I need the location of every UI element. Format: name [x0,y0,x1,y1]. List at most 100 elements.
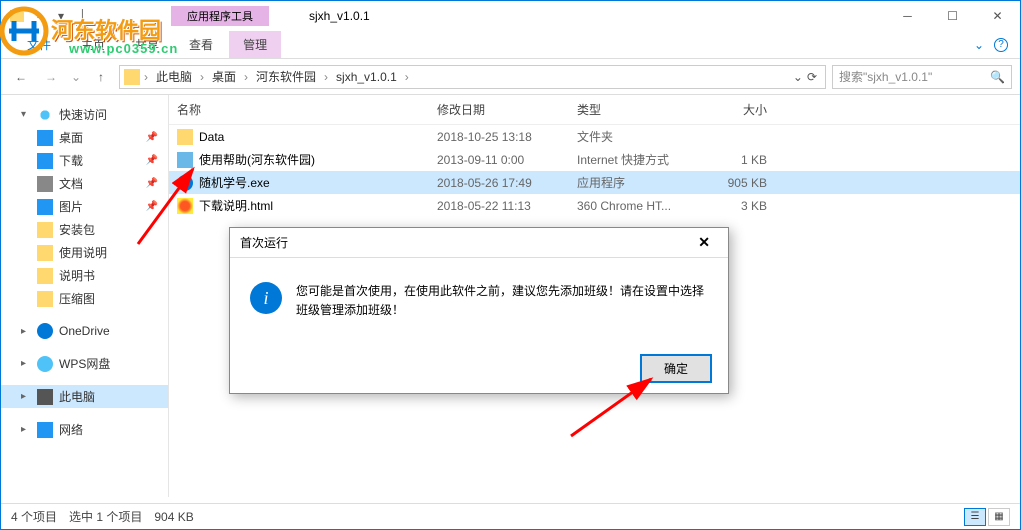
file-date: 2018-05-26 17:49 [437,176,577,190]
file-name: 随机学号.exe [199,174,270,191]
quick-access-toolbar: ▪ ▾ │ [1,8,91,24]
file-list: Data2018-10-25 13:18文件夹使用帮助(河东软件园)2013-0… [169,125,1020,217]
titlebar: ▪ ▾ │ 应用程序工具 sjxh_v1.0.1 ─ ☐ ✕ [1,1,1020,31]
crumb-2[interactable]: 河东软件园 [252,66,320,87]
expand-icon[interactable]: ▸ [21,358,31,369]
ic-folder-icon [37,222,53,238]
maximize-button[interactable]: ☐ [930,1,975,31]
file-row[interactable]: 使用帮助(河东软件园)2013-09-11 0:00Internet 快捷方式1… [169,148,1020,171]
view-switcher: ☰ ▦ [964,508,1010,526]
pin-icon: 📌 [146,178,158,189]
sidebar-item-label: OneDrive [59,324,110,338]
address-bar[interactable]: › 此电脑 › 桌面 › 河东软件园 › sjxh_v1.0.1 › ⌄ ⟳ [119,65,826,89]
sidebar-item-label: 此电脑 [59,388,95,405]
folder-icon [9,8,25,24]
col-type[interactable]: 类型 [577,101,697,118]
file-icon [177,152,193,168]
status-bar: 4 个项目 选中 1 个项目 904 KB ☰ ▦ [1,503,1020,529]
dialog-titlebar[interactable]: 首次运行 ✕ [230,228,728,258]
file-size: 3 KB [697,199,767,213]
file-row[interactable]: 随机学号.exe 2018-05-26 17:49应用程序905 KB [169,171,1020,194]
sidebar-item-WPS网盘[interactable]: ▸WPS网盘 [1,352,168,375]
file-date: 2013-09-11 0:00 [437,153,577,167]
crumb-1[interactable]: 桌面 [208,66,240,87]
sidebar-item-OneDrive[interactable]: ▸ OneDrive [1,320,168,342]
location-icon [124,69,140,85]
qat-separator: │ [75,8,91,24]
help-icon[interactable]: ? [994,38,1008,52]
sidebar-item-下载[interactable]: 下载📌 [1,149,168,172]
file-icon [177,175,193,191]
sidebar-item-安装包[interactable]: 安装包 [1,218,168,241]
col-name[interactable]: 名称 [177,101,437,118]
crumb-root[interactable]: 此电脑 [152,66,196,87]
recent-dropdown[interactable]: ⌄ [69,65,83,89]
file-icon [177,198,193,214]
column-headers[interactable]: 名称 修改日期 类型 大小 [169,95,1020,125]
file-size: 905 KB [697,176,767,190]
sidebar-item-label: 安装包 [59,221,95,238]
crumb-3[interactable]: sjxh_v1.0.1 [332,68,401,86]
minimize-button[interactable]: ─ [885,1,930,31]
addr-dropdown-icon[interactable]: ⌄ [793,70,803,84]
expand-icon[interactable]: ▸ [21,326,31,337]
sidebar-item-label: 说明书 [59,267,95,284]
qat-dropdown-icon[interactable]: ▾ [53,8,69,24]
sidebar-item-文档[interactable]: 文档📌 [1,172,168,195]
search-input[interactable]: 搜索"sjxh_v1.0.1" 🔍 [832,65,1012,89]
sidebar-item-label: 桌面 [59,129,83,146]
ok-button[interactable]: 确定 [640,354,712,383]
search-icon: 🔍 [990,70,1005,84]
file-row[interactable]: 下载说明.html2018-05-22 11:13360 Chrome HT..… [169,194,1020,217]
details-view-button[interactable]: ☰ [964,508,986,526]
ribbon-expand-icon[interactable]: ⌄ [974,38,984,52]
dialog-title: 首次运行 [240,234,288,251]
tab-home[interactable]: 主页 [67,31,119,58]
close-button[interactable]: ✕ [975,1,1020,31]
file-row[interactable]: Data2018-10-25 13:18文件夹 [169,125,1020,148]
search-placeholder: 搜索"sjxh_v1.0.1" [839,68,990,85]
properties-icon[interactable]: ▪ [31,8,47,24]
tab-share[interactable]: 共享 [121,31,173,58]
ic-onedrive-icon [37,323,53,339]
col-size[interactable]: 大小 [697,101,767,118]
ic-pc-icon [37,389,53,405]
status-size: 904 KB [154,510,193,524]
back-button[interactable]: ← [9,65,33,89]
file-name: Data [199,130,224,144]
info-icon: i [250,282,282,314]
ic-folder-icon [37,291,53,307]
sidebar-item-快速访问[interactable]: ▾快速访问 [1,103,168,126]
window-controls: ─ ☐ ✕ [885,1,1020,31]
col-date[interactable]: 修改日期 [437,101,577,118]
ic-wps-icon [37,356,53,372]
dialog-close-button[interactable]: ✕ [690,232,718,253]
ic-down-icon [37,153,53,169]
sidebar-item-说明书[interactable]: 说明书 [1,264,168,287]
file-date: 2018-05-22 11:13 [437,199,577,213]
tab-manage[interactable]: 管理 [229,31,281,58]
refresh-icon[interactable]: ⟳ [807,70,817,84]
sidebar-item-此电脑[interactable]: ▸ 此电脑 [1,385,168,408]
sidebar-item-使用说明[interactable]: 使用说明 [1,241,168,264]
expand-icon[interactable]: ▸ [21,424,31,435]
sidebar-item-图片[interactable]: 图片📌 [1,195,168,218]
sidebar-item-压缩图[interactable]: 压缩图 [1,287,168,310]
expand-icon[interactable]: ▸ [21,391,31,402]
tab-view[interactable]: 查看 [175,31,227,58]
file-type: 360 Chrome HT... [577,199,697,213]
sidebar-item-label: 网络 [59,421,83,438]
file-type: 应用程序 [577,174,697,191]
up-button[interactable]: ↑ [89,65,113,89]
ic-doc-icon [37,176,53,192]
crumb-sep: › [405,70,409,84]
sidebar-item-网络[interactable]: ▸ 网络 [1,418,168,441]
icons-view-button[interactable]: ▦ [988,508,1010,526]
sidebar-item-桌面[interactable]: 桌面📌 [1,126,168,149]
navigation-bar: ← → ⌄ ↑ › 此电脑 › 桌面 › 河东软件园 › sjxh_v1.0.1… [1,59,1020,95]
forward-button[interactable]: → [39,65,63,89]
tab-file[interactable]: 文件 [13,31,65,58]
ic-star-icon [37,107,53,123]
expand-icon[interactable]: ▾ [21,109,31,120]
file-date: 2018-10-25 13:18 [437,130,577,144]
